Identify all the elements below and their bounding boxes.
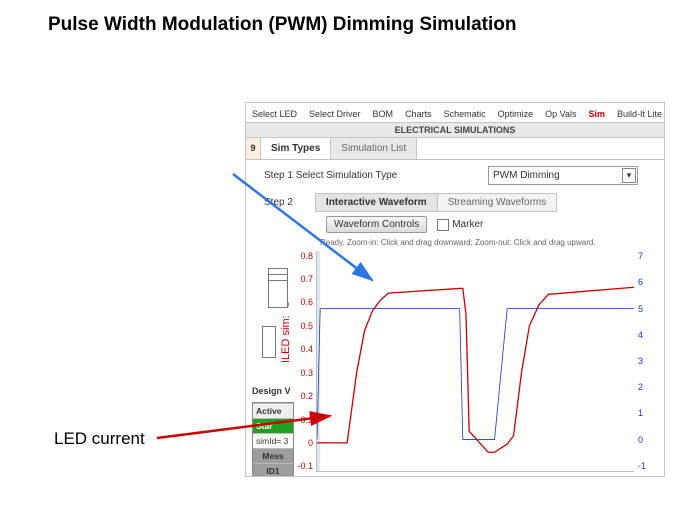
tab-optimize[interactable]: Optimize: [492, 106, 540, 122]
component-icon: [268, 268, 288, 308]
tick: 0.4: [300, 344, 313, 354]
tick: 0: [308, 438, 313, 448]
y-axis-right-label: VEN sim: 3: [664, 403, 665, 464]
tab-charts[interactable]: Charts: [399, 106, 438, 122]
waveform-controls-button[interactable]: Waveform Controls: [326, 216, 427, 233]
tick: 0.1: [300, 415, 313, 425]
component-icon: [262, 326, 276, 358]
tick: 2: [638, 382, 643, 392]
tab-bom[interactable]: BOM: [367, 106, 400, 122]
tab-op-vals[interactable]: Op Vals: [539, 106, 582, 122]
tick: 0: [638, 435, 643, 445]
start-button[interactable]: Star: [253, 418, 293, 433]
marker-checkbox[interactable]: Marker: [437, 219, 483, 231]
tick: 0.5: [300, 321, 313, 331]
tab-select-driver[interactable]: Select Driver: [303, 106, 367, 122]
step2-label: Step 2: [264, 197, 293, 208]
active-header: Active: [253, 403, 293, 418]
series-VEN: [317, 309, 634, 440]
mess-button[interactable]: Mess: [253, 448, 293, 463]
annotation-led-current: LED current: [54, 429, 145, 449]
top-tab-bar: Select LEDSelect DriverBOMChartsSchemati…: [246, 103, 664, 123]
step2-row: Step 2 Interactive Waveform Streaming Wa…: [246, 191, 664, 213]
step1-label: Step 1 Select Simulation Type: [264, 170, 397, 181]
marker-label: Marker: [452, 219, 483, 230]
checkbox-icon: [437, 219, 449, 231]
step-number-badge: 9: [246, 138, 261, 159]
tick: 0.8: [300, 251, 313, 261]
tick: 7: [638, 251, 643, 261]
zoom-hint: Ready. Zoom-in: Click and drag downward;…: [246, 236, 664, 249]
step1-row: Step 1 Select Simulation Type PWM Dimmin…: [246, 160, 664, 191]
simulation-panel: Select LEDSelect DriverBOMChartsSchemati…: [245, 102, 665, 477]
tick: 3: [638, 356, 643, 366]
panel-subheader: ELECTRICAL SIMULATIONS: [246, 123, 664, 138]
tick: 0.6: [300, 297, 313, 307]
tab-build-it-lite[interactable]: Build-It Lite: [611, 106, 665, 122]
waveform-svg: [317, 251, 634, 471]
tab-sim-types[interactable]: Sim Types: [261, 138, 331, 159]
simid-cell: simId= 3: [253, 433, 293, 448]
y-axis-right-num: 3: [664, 403, 665, 411]
waveform-plot[interactable]: -0.100.10.20.30.40.50.60.70.8-101234567: [316, 251, 634, 472]
design-label: Design V: [252, 386, 291, 396]
left-sidebar-strip: Design V Active Star simId= 3 Mess ID1: [246, 268, 295, 477]
simulation-type-value: PWM Dimming: [493, 170, 560, 181]
tick: 0.3: [300, 368, 313, 378]
tick: -1: [638, 461, 646, 471]
tick: 0.2: [300, 391, 313, 401]
simulation-type-select[interactable]: PWM Dimming ▾: [488, 166, 638, 185]
controls-row: Waveform Controls Marker: [246, 213, 664, 236]
id-button[interactable]: ID1: [253, 463, 293, 477]
tick: 0.7: [300, 274, 313, 284]
tab-sim[interactable]: Sim: [582, 106, 611, 122]
tab-streaming-waveforms[interactable]: Streaming Waveforms: [437, 193, 558, 212]
tick: 6: [638, 277, 643, 287]
tab-select-led[interactable]: Select LED: [246, 106, 303, 122]
step-tabs-row: 9 Sim Types Simulation List: [246, 138, 664, 160]
page-title: Pulse Width Modulation (PWM) Dimming Sim…: [48, 14, 516, 36]
tick: 1: [638, 408, 643, 418]
tick: 5: [638, 304, 643, 314]
tab-schematic[interactable]: Schematic: [438, 106, 492, 122]
tick: -0.1: [297, 461, 313, 471]
chevron-down-icon: ▾: [622, 168, 636, 183]
tab-interactive-waveform[interactable]: Interactive Waveform: [315, 193, 438, 212]
series-ILED: [317, 287, 634, 452]
tab-simulation-list[interactable]: Simulation List: [331, 138, 417, 159]
tick: 4: [638, 330, 643, 340]
